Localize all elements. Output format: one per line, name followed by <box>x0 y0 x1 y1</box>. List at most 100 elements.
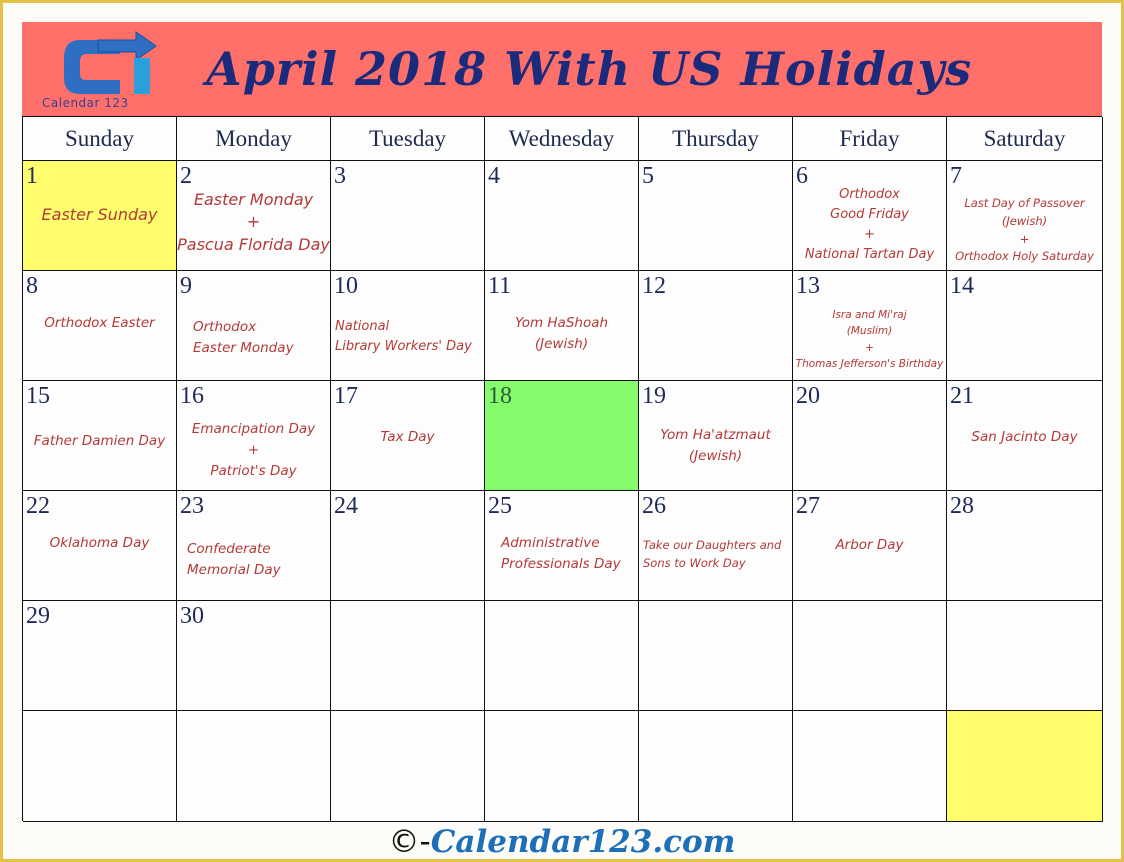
day-number: 13 <box>796 273 820 299</box>
day-number: 25 <box>488 493 512 519</box>
day-cell: 20 <box>793 381 947 491</box>
day-cell: 9 Orthodox Easter Monday <box>177 271 331 381</box>
empty-cell-highlighted <box>947 711 1103 822</box>
day-cell: 23 Confederate Memorial Day <box>177 491 331 601</box>
day-cell: 14 <box>947 271 1103 381</box>
empty-cell <box>793 711 947 822</box>
holiday-label: Tax Day <box>380 429 435 445</box>
day-number: 2 <box>180 163 192 189</box>
holiday-label: Oklahoma Day <box>49 535 150 551</box>
day-number: 7 <box>950 163 962 189</box>
day-number: 5 <box>642 163 654 189</box>
day-number: 12 <box>642 273 666 299</box>
holiday-label: Orthodox Good Friday + National Tartan D… <box>804 187 935 263</box>
day-number: 15 <box>26 383 50 409</box>
holiday-label: Yom HaShoah (Jewish) <box>514 315 609 352</box>
empty-cell <box>947 601 1103 711</box>
day-cell: 8 Orthodox Easter <box>23 271 177 381</box>
holiday-label: San Jacinto Day <box>971 429 1078 445</box>
holiday-label: Orthodox Easter Monday <box>193 319 294 356</box>
empty-cell <box>639 711 793 822</box>
holiday-label: Last Day of Passover (Jewish) + Orthodox… <box>955 196 1094 264</box>
day-number: 16 <box>180 383 204 409</box>
day-cell: 26 Take our Daughters and Sons to Work D… <box>639 491 793 601</box>
day-cell: 13 Isra and Mi'raj (Muslim) + Thomas Jef… <box>793 271 947 381</box>
day-cell: 24 <box>331 491 485 601</box>
holiday-label: Confederate Memorial Day <box>187 541 281 578</box>
day-cell: 3 <box>331 161 485 271</box>
empty-cell <box>331 601 485 711</box>
day-number: 18 <box>488 383 512 409</box>
day-number: 27 <box>796 493 820 519</box>
day-number: 20 <box>796 383 820 409</box>
holiday-label: Arbor Day <box>835 537 904 553</box>
day-number: 10 <box>334 273 358 299</box>
empty-cell <box>485 601 639 711</box>
day-cell: 21 San Jacinto Day <box>947 381 1103 491</box>
day-number: 1 <box>26 163 38 189</box>
weekday-header-monday: Monday <box>177 117 331 161</box>
empty-cell <box>331 711 485 822</box>
calendar-header: Calendar 123 April 2018 With US Holidays <box>22 22 1102 116</box>
day-cell: 17 Tax Day <box>331 381 485 491</box>
weekday-header-saturday: Saturday <box>947 117 1103 161</box>
day-number: 24 <box>334 493 358 519</box>
day-cell: 7 Last Day of Passover (Jewish) + Orthod… <box>947 161 1103 271</box>
day-cell: 22 Oklahoma Day <box>23 491 177 601</box>
day-number: 30 <box>180 603 204 629</box>
weekday-header-wednesday: Wednesday <box>485 117 639 161</box>
day-cell: 28 <box>947 491 1103 601</box>
day-number: 4 <box>488 163 500 189</box>
holiday-label: Emancipation Day + Patriot's Day <box>191 421 316 479</box>
day-number: 23 <box>180 493 204 519</box>
day-number: 8 <box>26 273 38 299</box>
weekday-header-thursday: Thursday <box>639 117 793 161</box>
day-cell: 25 Administrative Professionals Day <box>485 491 639 601</box>
holiday-label: Father Damien Day <box>33 433 166 449</box>
holiday-label: Easter Sunday <box>41 205 158 224</box>
empty-cell <box>23 711 177 822</box>
copyright-symbol: ©- <box>388 824 431 860</box>
page-title: April 2018 With US Holidays <box>206 42 973 96</box>
day-cell: 29 <box>23 601 177 711</box>
holiday-label: National Library Workers' Day <box>335 319 472 355</box>
holiday-label: Yom Ha'atzmaut (Jewish) <box>660 427 771 464</box>
day-cell: 4 <box>485 161 639 271</box>
day-number: 22 <box>26 493 50 519</box>
day-number: 9 <box>180 273 192 299</box>
day-cell: 27 Arbor Day <box>793 491 947 601</box>
day-cell: 10 National Library Workers' Day <box>331 271 485 381</box>
day-cell: 11 Yom HaShoah (Jewish) <box>485 271 639 381</box>
empty-cell <box>793 601 947 711</box>
day-number: 3 <box>334 163 346 189</box>
day-number: 21 <box>950 383 974 409</box>
day-cell: 19 Yom Ha'atzmaut (Jewish) <box>639 381 793 491</box>
day-cell: 6 Orthodox Good Friday + National Tartan… <box>793 161 947 271</box>
holiday-label: Administrative Professionals Day <box>501 535 621 572</box>
empty-cell <box>639 601 793 711</box>
holiday-label: Orthodox Easter <box>44 315 155 331</box>
calendar-grid: Sunday Monday Tuesday Wednesday Thursday… <box>22 116 1103 822</box>
day-cell: 30 <box>177 601 331 711</box>
weekday-header-sunday: Sunday <box>23 117 177 161</box>
day-number: 19 <box>642 383 666 409</box>
weekday-header-tuesday: Tuesday <box>331 117 485 161</box>
day-number: 14 <box>950 273 974 299</box>
day-cell: 16 Emancipation Day + Patriot's Day <box>177 381 331 491</box>
holiday-label: Easter Monday + Pascua Florida Day <box>177 190 330 254</box>
holiday-label: Isra and Mi'raj (Muslim) + Thomas Jeffer… <box>795 309 944 370</box>
empty-cell <box>485 711 639 822</box>
weekday-header-friday: Friday <box>793 117 947 161</box>
day-cell: 2 Easter Monday + Pascua Florida Day <box>177 161 331 271</box>
holiday-label: Take our Daughters and Sons to Work Day <box>643 538 782 570</box>
day-cell: 12 <box>639 271 793 381</box>
footer-site-link[interactable]: Calendar123.com <box>431 824 736 860</box>
day-cell-today: 18 <box>485 381 639 491</box>
day-number: 26 <box>642 493 666 519</box>
day-number: 29 <box>26 603 50 629</box>
day-cell: 1 Easter Sunday <box>23 161 177 271</box>
logo-caption: Calendar 123 <box>42 96 129 110</box>
day-cell: 5 <box>639 161 793 271</box>
footer-credit: ©-Calendar123.com <box>0 822 1124 862</box>
day-number: 28 <box>950 493 974 519</box>
